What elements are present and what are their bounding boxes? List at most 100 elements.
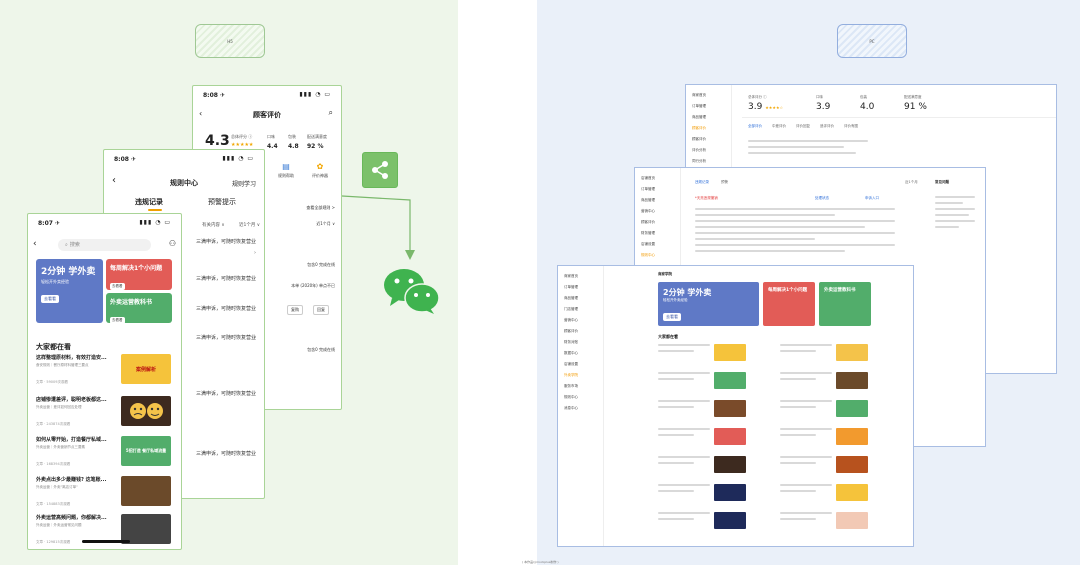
user-icon[interactable]: ⚇: [169, 239, 176, 248]
tab-follow-up[interactable]: 追评评价: [820, 124, 834, 129]
banner-learn-delivery[interactable]: 2分钟 学外卖 轻松开外卖经验 去看看: [36, 259, 103, 323]
tab-all-reviews[interactable]: 全部评价: [748, 124, 762, 129]
sidebar-item[interactable]: 评价分析: [686, 145, 731, 156]
tab-violation-records[interactable]: 违规记录: [135, 197, 163, 207]
pack-score: 包装 4.8: [288, 134, 299, 150]
sidebar-item[interactable]: 商家首页: [686, 90, 731, 101]
period-dropdown[interactable]: 近1个月 ∨: [316, 221, 335, 227]
sidebar-item[interactable]: 商品管理: [635, 195, 680, 206]
sidebar-item[interactable]: 门店管理: [558, 304, 603, 315]
sidebar-item-active[interactable]: 外卖学院: [558, 370, 603, 381]
sidebar-item[interactable]: 店铺设置: [558, 359, 603, 370]
content-filter-dropdown[interactable]: 有关内容 ∨: [202, 222, 225, 228]
sidebar-item[interactable]: 商家首页: [558, 271, 603, 282]
list-item[interactable]: 外卖运营高频问题，你都解决... 外卖运营｜外卖运营常见问题 文章 · 1298…: [36, 514, 176, 549]
banner-textbook[interactable]: 外卖运营教科书 去看看: [106, 293, 172, 324]
page-title: 顾客评价: [253, 111, 281, 119]
tab-violation-records[interactable]: 违规记录: [695, 180, 709, 185]
tab-with-images[interactable]: 评价有图: [844, 124, 858, 129]
banner-textbook[interactable]: 外卖运营教科书: [819, 282, 871, 326]
banner-weekly-problem[interactable]: 每周解决1个小问题 去看看: [106, 259, 172, 290]
sidebar-item[interactable]: 商品管理: [686, 112, 731, 123]
review-tool-button[interactable]: ✿ 评价神器: [305, 162, 335, 179]
list-item[interactable]: [780, 372, 880, 396]
rule-item-text: 三满申诉，可随时恢复营业: [195, 276, 256, 282]
share-icon[interactable]: [362, 152, 398, 188]
taste-metric: 口味 3.9: [816, 95, 830, 112]
list-item[interactable]: [780, 484, 880, 508]
list-item[interactable]: [780, 400, 880, 424]
list-item[interactable]: [780, 344, 880, 368]
sidebar-item[interactable]: 订单管理: [686, 101, 731, 112]
list-item[interactable]: [658, 428, 758, 452]
article-thumbnail: [714, 428, 746, 445]
metric-value: 3.9: [816, 102, 831, 112]
article-text: [780, 344, 832, 352]
list-item[interactable]: [658, 372, 758, 396]
list-item[interactable]: 外卖点出多少最赚钱? 这笔账... 外卖运营｜外卖"离店订单" 文章 · 154…: [36, 476, 176, 514]
sidebar-item[interactable]: 财务管理: [635, 228, 680, 239]
sidebar-item[interactable]: 数据中心: [558, 348, 603, 359]
sidebar-item[interactable]: 商品管理: [558, 293, 603, 304]
banner-button[interactable]: 去看看: [663, 313, 681, 321]
banner-button[interactable]: 去看看: [110, 317, 125, 324]
tab-warnings[interactable]: 预警: [721, 180, 728, 185]
tab-warnings[interactable]: 预警提示: [208, 197, 236, 207]
appeal-link[interactable]: 申诉入口: [865, 196, 879, 201]
list-item[interactable]: 店铺惨遭差评，聪明老板都这... 外卖运营｜差评如何回应处理 文章 · 2438…: [36, 396, 176, 434]
period-filter-dropdown[interactable]: 近1个月 ∨: [239, 222, 260, 228]
sidebar-item[interactable]: 顾客评价: [558, 326, 603, 337]
chevron-right-icon[interactable]: ›: [254, 250, 256, 256]
sidebar-item[interactable]: 订单管理: [635, 184, 680, 195]
sidebar-item[interactable]: 店铺首页: [635, 173, 680, 184]
article-text: [658, 344, 710, 352]
article-text: [780, 372, 832, 380]
sidebar-nav: 商家首页 订单管理 商品管理 门店管理 营销中心 顾客评价 财务对账 数据中心 …: [558, 266, 604, 546]
article-thumbnail: [714, 484, 746, 501]
banner-title: 2分钟 学外卖: [41, 267, 96, 277]
pack-label: 包装: [288, 134, 296, 139]
list-item[interactable]: [658, 512, 758, 536]
article-text: [780, 428, 832, 436]
overall-label: 总体评分 ⓘ: [231, 134, 253, 139]
search-input[interactable]: ⌕ 搜索: [58, 239, 151, 251]
tab-review-replies[interactable]: 评价回复: [796, 124, 810, 129]
sidebar-item[interactable]: 顾客评价: [635, 217, 680, 228]
banner-learn-delivery[interactable]: 2分钟 学外卖 轻松开外卖经验 去看看: [658, 282, 759, 326]
list-item[interactable]: [658, 484, 758, 508]
list-item[interactable]: [780, 456, 880, 480]
violation-record[interactable]: *天亮违规撤销: [695, 196, 718, 201]
rules-help-button[interactable]: ▤ 规则帮助: [271, 162, 301, 179]
banner-button[interactable]: 去看看: [110, 283, 125, 290]
list-item[interactable]: 如何从零开始，打造餐厅私域... 外卖运营｜外卖营销节点三要素 文章 · 168…: [36, 436, 176, 474]
sidebar-item[interactable]: 服务市场: [558, 381, 603, 392]
reply-button[interactable]: 回复: [313, 305, 329, 315]
sidebar-item[interactable]: 消息中心: [558, 403, 603, 414]
list-item[interactable]: [658, 344, 758, 368]
sidebar-item[interactable]: 规则中心: [558, 392, 603, 403]
list-item[interactable]: 这样整理原材料，有效打造安... 食安规则｜餐厅原材料管理三要点 文章 · 59…: [36, 354, 176, 392]
sidebar-item[interactable]: 营销中心: [558, 315, 603, 326]
banner-button[interactable]: 去看看: [41, 295, 59, 303]
sidebar-item[interactable]: 店铺设置: [635, 239, 680, 250]
faq-title: 常见问题: [935, 180, 949, 184]
list-item[interactable]: [658, 400, 758, 424]
list-item[interactable]: [780, 512, 880, 536]
sidebar-item[interactable]: 营销中心: [635, 206, 680, 217]
sidebar-item[interactable]: 顾客评价: [686, 134, 731, 145]
sidebar-item-active[interactable]: 顾客评价: [686, 123, 731, 134]
sidebar-item[interactable]: 订单管理: [558, 282, 603, 293]
view-all-rules-link[interactable]: 查看全部规则 >: [306, 205, 335, 211]
sidebar-item-active[interactable]: 规则中心: [635, 250, 680, 261]
rebuy-button[interactable]: 复购: [287, 305, 303, 315]
list-item[interactable]: [658, 456, 758, 480]
tab-bad-reviews[interactable]: 中差评价: [772, 124, 786, 129]
sidebar-item[interactable]: 财务对账: [558, 337, 603, 348]
period-dropdown[interactable]: 近1个月: [905, 180, 918, 185]
list-item[interactable]: [780, 428, 880, 452]
search-icon[interactable]: ⌕: [329, 108, 333, 118]
banner-weekly-problem[interactable]: 每周解决1个小问题: [763, 282, 815, 326]
rules-learning-link[interactable]: 规则学习: [232, 179, 256, 188]
back-icon[interactable]: ‹: [33, 239, 37, 249]
sidebar-item[interactable]: 同行分析: [686, 156, 731, 167]
